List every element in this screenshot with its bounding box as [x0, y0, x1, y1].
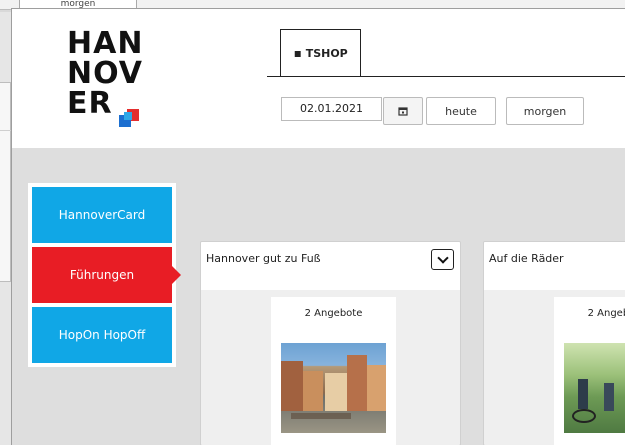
tour-photo	[281, 343, 386, 433]
calendar-icon	[398, 107, 408, 116]
hannover-logo: HAN NOV ER	[67, 29, 147, 129]
expand-button[interactable]	[431, 249, 454, 270]
tour-card-header: Auf die Räder	[484, 242, 625, 290]
tour-card-header: Hannover gut zu Fuß	[201, 242, 460, 290]
chevron-down-icon	[436, 251, 449, 264]
offer-count: 2 Angebote	[587, 308, 625, 319]
tour-title: Auf die Räder	[489, 252, 564, 265]
header: HAN NOV ER ◆ TSHOP 02.01.2021 heute morg…	[12, 9, 625, 148]
tab-tshop-label: TSHOP	[305, 47, 348, 60]
logo-square-lightblue	[124, 112, 132, 120]
logo-line-2: NOV	[67, 56, 144, 91]
category-menu: HannoverCard Führungen HopOn HopOff	[28, 183, 181, 367]
category-hannovercard[interactable]: HannoverCard	[32, 187, 172, 243]
tomorrow-button[interactable]: morgen	[506, 97, 584, 125]
logo-line-1: HAN	[67, 26, 144, 61]
offer-box[interactable]: 2 Angebote	[271, 297, 396, 445]
tag-icon: ◆	[289, 45, 306, 62]
offer-box[interactable]: 2 Angebote	[554, 297, 625, 445]
tour-card[interactable]: Auf die Räder 2 Angebote	[483, 241, 625, 445]
tour-card[interactable]: Hannover gut zu Fuß 2 Angebote	[200, 241, 461, 445]
category-fuehrungen[interactable]: Führungen	[32, 247, 181, 303]
tour-title: Hannover gut zu Fuß	[206, 252, 321, 265]
tab-tshop[interactable]: ◆ TSHOP	[280, 29, 361, 77]
background-panel	[0, 82, 11, 282]
offer-count: 2 Angebote	[304, 308, 363, 319]
calendar-button[interactable]	[383, 97, 423, 125]
shop-window: HAN NOV ER ◆ TSHOP 02.01.2021 heute morg…	[11, 8, 625, 445]
category-hopon-hopoff[interactable]: HopOn HopOff	[32, 307, 172, 363]
background-divider	[0, 130, 11, 131]
date-field[interactable]: 02.01.2021	[281, 97, 382, 121]
tour-photo	[564, 343, 625, 433]
today-button[interactable]: heute	[426, 97, 496, 125]
tab-underline	[267, 76, 625, 77]
